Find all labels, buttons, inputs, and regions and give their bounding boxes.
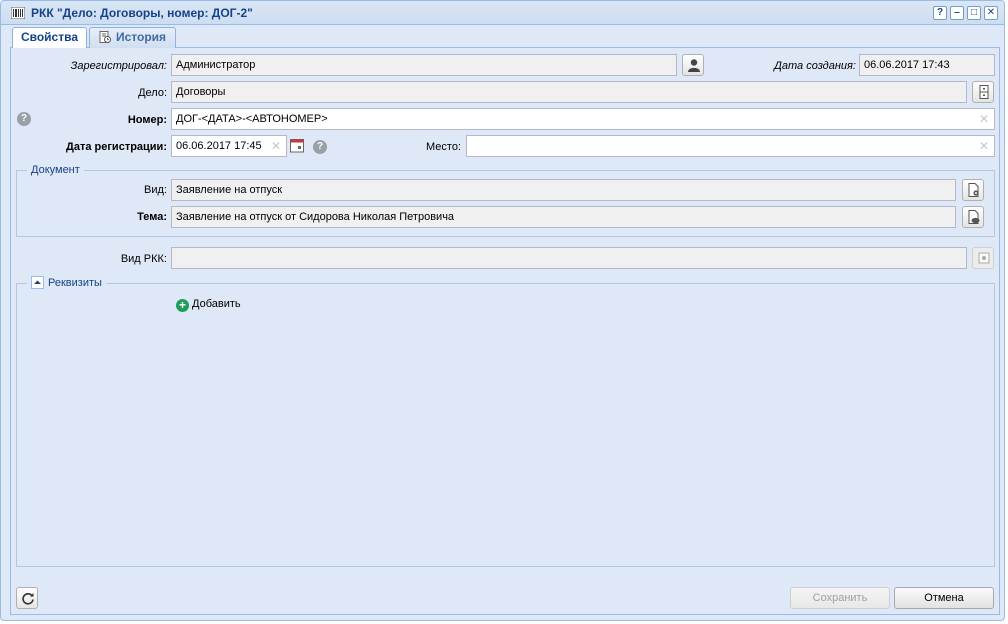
reg-date-help-icon[interactable]: ? bbox=[313, 140, 327, 154]
add-plus-icon: + bbox=[176, 299, 189, 312]
add-requisite-button[interactable]: + Добавить bbox=[176, 297, 241, 312]
doc-select-icon bbox=[978, 252, 990, 264]
tab-properties-label: Свойства bbox=[20, 30, 79, 44]
registered-by-field[interactable]: Администратор bbox=[171, 54, 677, 76]
reg-date-value: 06.06.2017 17:45 bbox=[176, 140, 262, 152]
place-input[interactable]: ✕ bbox=[466, 135, 995, 157]
select-user-button[interactable] bbox=[682, 54, 704, 76]
maximize-icon[interactable]: □ bbox=[967, 6, 981, 20]
case-label: Дело: bbox=[138, 87, 167, 99]
number-label: Номер: bbox=[127, 114, 167, 126]
requisites-fieldset: Реквизиты bbox=[16, 276, 995, 567]
doc-settings-icon bbox=[968, 183, 979, 197]
refresh-button[interactable] bbox=[16, 587, 38, 609]
history-doc-icon bbox=[99, 31, 111, 43]
requisites-legend: Реквизиты bbox=[27, 276, 106, 290]
window-titlebar[interactable]: РКК "Дело: Договоры, номер: ДОГ-2" ? – □… bbox=[1, 1, 1004, 25]
reg-date-label: Дата регистрации: bbox=[66, 141, 167, 153]
clear-number-icon[interactable]: ✕ bbox=[979, 112, 989, 126]
minimize-icon[interactable]: – bbox=[950, 6, 964, 20]
rkk-window: РКК "Дело: Договоры, номер: ДОГ-2" ? – □… bbox=[0, 0, 1005, 621]
window-title: РКК "Дело: Договоры, номер: ДОГ-2" bbox=[31, 6, 253, 20]
doc-view-icon bbox=[968, 210, 980, 224]
properties-panel: Зарегистрировал: Администратор Дата созд… bbox=[10, 48, 1000, 615]
case-field[interactable]: Договоры bbox=[171, 81, 967, 103]
calendar-icon[interactable] bbox=[290, 138, 305, 153]
number-help-icon[interactable]: ? bbox=[17, 112, 31, 126]
refresh-icon bbox=[22, 592, 34, 605]
doc-topic-field[interactable]: Заявление на отпуск от Сидорова Николая … bbox=[171, 206, 956, 228]
clear-place-icon[interactable]: ✕ bbox=[979, 139, 989, 153]
rkk-kind-select-button[interactable] bbox=[972, 247, 994, 269]
close-icon[interactable]: ✕ bbox=[984, 6, 998, 20]
doc-topic-label: Тема: bbox=[137, 211, 167, 223]
created-date-field[interactable]: 06.06.2017 17:43 bbox=[859, 54, 995, 76]
user-icon bbox=[688, 59, 700, 72]
doc-topic-button[interactable] bbox=[962, 206, 984, 228]
requisites-legend-label: Реквизиты bbox=[48, 277, 102, 289]
cancel-button[interactable]: Отмена bbox=[894, 587, 994, 609]
tab-history[interactable]: История bbox=[89, 27, 176, 48]
tab-properties[interactable]: Свойства bbox=[12, 27, 87, 49]
doc-kind-settings-button[interactable] bbox=[962, 179, 984, 201]
document-legend: Документ bbox=[27, 163, 84, 177]
place-label: Место: bbox=[426, 141, 461, 153]
cabinet-icon bbox=[979, 85, 989, 99]
add-requisite-label: Добавить bbox=[192, 298, 241, 310]
reg-date-input[interactable]: 06.06.2017 17:45 ✕ bbox=[171, 135, 287, 157]
tab-history-label: История bbox=[115, 30, 167, 44]
doc-kind-field[interactable]: Заявление на отпуск bbox=[171, 179, 956, 201]
help-icon[interactable]: ? bbox=[933, 6, 947, 20]
select-case-button[interactable] bbox=[972, 81, 994, 103]
barcode-icon bbox=[11, 7, 25, 19]
number-input[interactable]: ДОГ-<ДАТА>-<АВТОНОМЕР> ✕ bbox=[171, 108, 995, 130]
rkk-kind-field[interactable] bbox=[171, 247, 967, 269]
number-value: ДОГ-<ДАТА>-<АВТОНОМЕР> bbox=[176, 113, 328, 125]
doc-kind-label: Вид: bbox=[144, 184, 167, 196]
rkk-kind-label: Вид РКК: bbox=[120, 253, 167, 265]
registered-by-label: Зарегистрировал: bbox=[70, 60, 167, 72]
save-button[interactable]: Сохранить bbox=[790, 587, 890, 609]
tab-bar: Свойства История bbox=[10, 27, 1000, 49]
collapse-requisites-icon[interactable] bbox=[31, 276, 44, 289]
created-date-label: Дата создания: bbox=[774, 60, 856, 72]
clear-reg-date-icon[interactable]: ✕ bbox=[271, 139, 281, 153]
